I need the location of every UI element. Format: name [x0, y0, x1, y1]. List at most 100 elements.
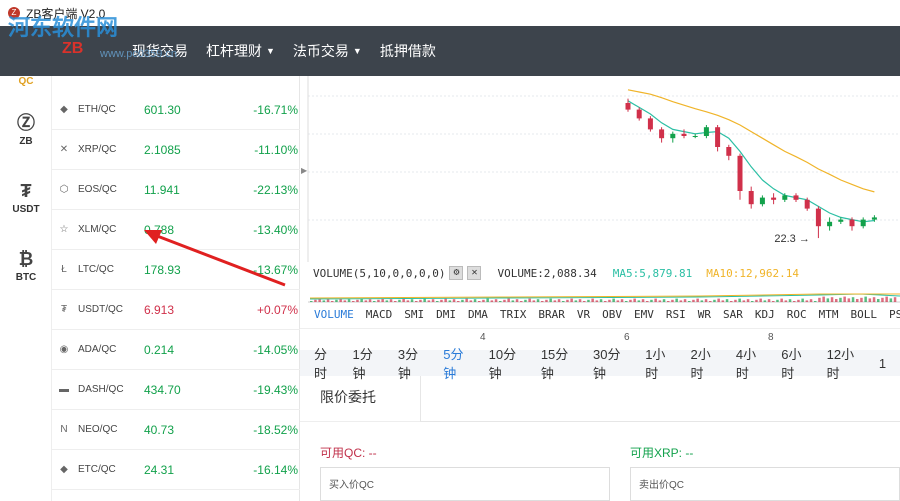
- rail-item-qc[interactable]: QC: [0, 76, 52, 87]
- indicator-tab[interactable]: EMV: [634, 308, 654, 326]
- zb-logo[interactable]: ZB: [62, 40, 83, 58]
- nav-item-1[interactable]: 杠杆理财 ▼: [206, 41, 275, 61]
- volume-bar: [347, 299, 351, 302]
- market-row[interactable]: ◉ ADA/QC 0.214 -14.05%: [52, 330, 300, 370]
- volume-bar: [452, 299, 456, 302]
- rail-item-zb[interactable]: Ⓩ ZB: [0, 112, 52, 147]
- order-panel: 限价委托 可用QC: -- 可用XRP: -- 买入价QC 卖出价QC: [300, 376, 900, 501]
- indicator-tab[interactable]: DMA: [468, 308, 488, 326]
- candlestick-chart[interactable]: 22.3 →: [300, 76, 900, 262]
- candle-body: [681, 133, 687, 136]
- volume-bar: [856, 299, 859, 302]
- candle-body: [659, 129, 665, 139]
- indicator-tab[interactable]: SMI: [404, 308, 424, 326]
- market-row[interactable]: ▬ DASH/QC 434.70 -19.43%: [52, 370, 300, 410]
- volume-bar: [591, 298, 594, 302]
- volume-bar: [767, 299, 771, 302]
- indicator-tab[interactable]: ROC: [787, 308, 807, 326]
- indicator-tab[interactable]: SAR: [723, 308, 743, 326]
- close-icon[interactable]: ✕: [467, 266, 482, 280]
- volume-bar: [704, 299, 708, 302]
- volume-bar: [868, 298, 872, 302]
- volume-bar: [410, 299, 414, 302]
- nav-item-2[interactable]: 法币交易 ▼: [293, 41, 362, 61]
- indicator-tab[interactable]: MACD: [366, 308, 393, 326]
- market-change: -16.71%: [253, 102, 298, 117]
- market-price: 0.214: [144, 342, 175, 357]
- volume-value: VOLUME:2,088.34: [497, 266, 597, 280]
- volume-bar: [599, 299, 603, 302]
- volume-bar: [721, 300, 725, 302]
- indicator-tab[interactable]: BOLL: [851, 308, 878, 326]
- volume-bar: [368, 299, 372, 302]
- market-price: 6.913: [144, 302, 175, 317]
- timeframe-tab[interactable]: 1: [879, 356, 886, 371]
- candle-body: [782, 195, 788, 200]
- volume-bar: [364, 300, 368, 302]
- market-change: -16.14%: [253, 462, 298, 477]
- market-row[interactable]: ◆ ETC/QC 24.31 -16.14%: [52, 450, 300, 490]
- etc-icon: ◆: [60, 464, 68, 475]
- ltc-icon: Ł: [61, 264, 67, 275]
- rail-label-btc: BTC: [15, 272, 37, 283]
- volume-bar: [696, 298, 699, 302]
- indicator-tab[interactable]: WR: [698, 308, 711, 326]
- caret-down-icon: ▼: [352, 46, 362, 56]
- volume-bar: [688, 301, 691, 302]
- volume-bar: [788, 299, 792, 302]
- volume-bar: [511, 300, 515, 302]
- market-pair: NEO/QC: [78, 424, 118, 435]
- market-price: 11.941: [144, 182, 180, 197]
- settings-gear-icon[interactable]: ⚙: [449, 266, 464, 280]
- indicator-tab[interactable]: TRIX: [500, 308, 527, 326]
- watermark-text: 河东软件网: [8, 15, 119, 40]
- volume-bar: [835, 299, 838, 302]
- volume-bar: [734, 299, 737, 302]
- market-change: -14.05%: [253, 342, 298, 357]
- indicator-tab[interactable]: VOLUME: [314, 308, 354, 326]
- volume-bar: [532, 300, 536, 302]
- market-pair: DASH/QC: [78, 384, 124, 395]
- volume-bar: [877, 299, 880, 302]
- volume-bar: [776, 299, 779, 302]
- usdt-icon: ₮: [60, 304, 68, 315]
- volume-header: VOLUME(5,10,0,0,0,0) ⚙ ✕ VOLUME:2,088.34…: [313, 266, 900, 280]
- indicator-tab[interactable]: RSI: [666, 308, 686, 326]
- indicator-tab[interactable]: BRAR: [538, 308, 565, 326]
- volume-bar: [851, 297, 855, 302]
- candle-body: [625, 103, 631, 110]
- indicator-tab[interactable]: OBV: [602, 308, 622, 326]
- volume-bar: [826, 298, 830, 302]
- market-row[interactable]: ◆ ETH/QC 601.30 -16.71%: [52, 90, 300, 130]
- market-row[interactable]: ⬡ EOS/QC 11.941 -22.13%: [52, 170, 300, 210]
- candle-body: [771, 197, 777, 200]
- x-tick-label: 6: [624, 332, 630, 343]
- volume-bar: [675, 298, 678, 302]
- volume-bar: [717, 298, 720, 302]
- candle-body: [748, 191, 754, 205]
- order-tab-strip: [420, 376, 900, 422]
- market-row[interactable]: ₮ USDT/QC 6.913 +0.07%: [52, 290, 300, 330]
- volume-bar: [616, 300, 620, 302]
- nav-item-3[interactable]: 抵押借款: [380, 41, 436, 61]
- volume-bar: [625, 301, 628, 302]
- indicator-tab[interactable]: MTM: [819, 308, 839, 326]
- indicator-tab[interactable]: PSY: [889, 308, 900, 326]
- rail-item-usdt[interactable]: ₮ USDT: [0, 180, 52, 215]
- candle-body: [804, 199, 810, 209]
- tab-limit-order[interactable]: 限价委托: [300, 376, 420, 422]
- market-row[interactable]: ✕ XRP/QC 2.1085 -11.10%: [52, 130, 300, 170]
- sell-price-input[interactable]: 卖出价QC: [630, 467, 900, 501]
- volume-bar: [394, 301, 397, 302]
- rail-item-btc[interactable]: ₿ BTC: [0, 248, 52, 283]
- chart-collapse-handle[interactable]: ▶: [301, 166, 307, 176]
- market-row[interactable]: N NEO/QC 40.73 -18.52%: [52, 410, 300, 450]
- volume-bar: [578, 299, 582, 302]
- volume-bar: [436, 301, 439, 302]
- indicator-tab[interactable]: KDJ: [755, 308, 775, 326]
- indicator-tab[interactable]: VR: [577, 308, 590, 326]
- volume-bar: [759, 298, 762, 302]
- indicator-tab[interactable]: DMI: [436, 308, 456, 326]
- buy-price-input[interactable]: 买入价QC: [320, 467, 610, 501]
- volume-bar: [528, 298, 531, 302]
